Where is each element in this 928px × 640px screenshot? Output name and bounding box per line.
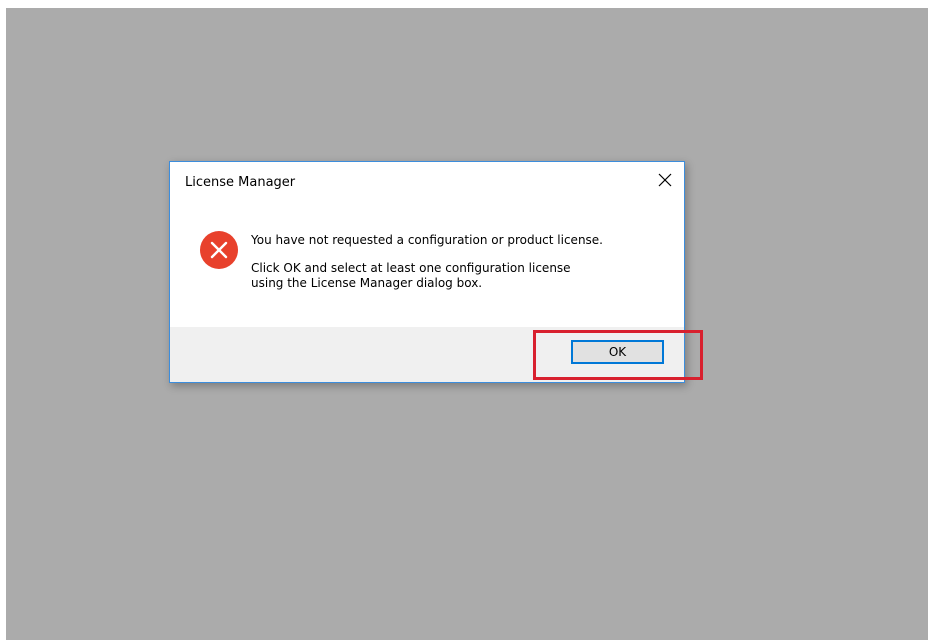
dialog-message: You have not requested a configuration o… (251, 233, 671, 291)
close-button[interactable] (650, 167, 680, 193)
message-line-2a: Click OK and select at least one configu… (251, 261, 571, 275)
message-line-1: You have not requested a configuration o… (251, 233, 603, 247)
dialog-body: You have not requested a configuration o… (170, 206, 684, 328)
error-icon (199, 230, 239, 270)
dialog-title: License Manager (185, 175, 296, 190)
message-line-2b: using the License Manager dialog box. (251, 276, 483, 290)
close-icon (658, 173, 672, 187)
message-line-2: Click OK and select at least one configu… (251, 261, 671, 291)
ok-highlight-box (533, 330, 703, 380)
